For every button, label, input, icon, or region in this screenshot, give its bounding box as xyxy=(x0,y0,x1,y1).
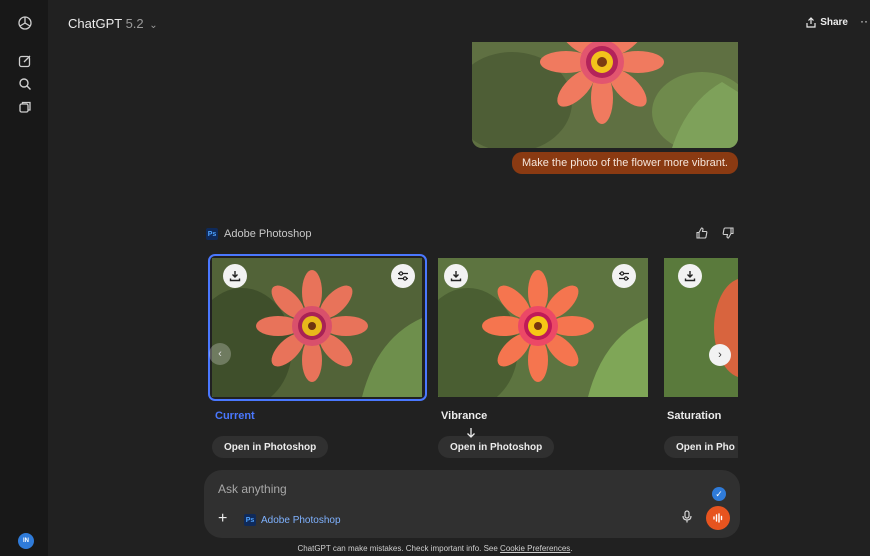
card-label: Saturation xyxy=(667,410,722,422)
carousel-prev-button[interactable]: ‹ xyxy=(209,343,231,365)
openai-logo-icon[interactable] xyxy=(16,14,34,32)
download-icon[interactable] xyxy=(678,264,702,288)
thumbs-down-icon[interactable] xyxy=(722,226,734,244)
model-version: 5.2 xyxy=(125,16,144,31)
open-in-photoshop-button[interactable]: Open in Photoshop xyxy=(212,436,329,458)
cookie-preferences-link[interactable]: Cookie Preferences xyxy=(500,544,570,553)
microphone-icon[interactable] xyxy=(682,510,692,528)
share-icon xyxy=(806,17,816,28)
thumbs-up-icon[interactable] xyxy=(696,226,708,244)
prompt-input[interactable] xyxy=(218,480,678,498)
open-in-photoshop-button[interactable]: Open in Photoshop xyxy=(438,436,555,458)
disclaimer-end: . xyxy=(570,544,573,553)
disclaimer-footer: ChatGPT can make mistakes. Check importa… xyxy=(0,544,870,553)
tool-name: Adobe Photoshop xyxy=(224,228,312,240)
share-label: Share xyxy=(820,17,848,28)
voice-mode-button[interactable] xyxy=(706,506,730,530)
model-selector[interactable]: ChatGPT 5.2 ⌄ xyxy=(68,16,158,31)
scroll-down-button[interactable] xyxy=(462,424,480,442)
photoshop-logo-icon: Ps xyxy=(206,228,218,240)
card-label: Current xyxy=(215,410,255,422)
more-options-button[interactable]: ·· xyxy=(860,14,868,28)
new-chat-icon[interactable] xyxy=(16,52,34,70)
user-message-bubble: Make the photo of the flower more vibran… xyxy=(511,152,738,174)
tool-chip[interactable]: Ps Adobe Photoshop xyxy=(244,514,341,526)
tool-header: Ps Adobe Photoshop xyxy=(206,228,311,240)
tool-chip-label: Adobe Photoshop xyxy=(261,514,341,526)
download-icon[interactable] xyxy=(223,264,247,288)
download-icon[interactable] xyxy=(444,264,468,288)
chevron-down-icon: ⌄ xyxy=(149,20,158,31)
waveform-icon xyxy=(713,513,723,523)
share-button[interactable]: Share xyxy=(806,17,848,28)
model-name: ChatGPT xyxy=(68,16,122,31)
composer: ✓ + Ps Adobe Photoshop xyxy=(204,470,740,538)
carousel-next-button[interactable]: › xyxy=(709,344,731,366)
photoshop-logo-icon: Ps xyxy=(244,514,256,526)
search-icon[interactable] xyxy=(16,75,34,93)
library-icon[interactable] xyxy=(16,98,34,116)
adjustments-icon[interactable] xyxy=(391,264,415,288)
chevron-left-icon: ‹ xyxy=(218,348,222,360)
card-label: Vibrance xyxy=(441,410,488,422)
add-attachment-button[interactable]: + xyxy=(218,510,227,528)
uploaded-flower-image xyxy=(472,42,738,148)
adjustments-icon[interactable] xyxy=(612,264,636,288)
sidebar-rail: IN xyxy=(0,0,48,556)
chevron-right-icon: › xyxy=(718,349,722,361)
arrow-down-icon xyxy=(467,428,475,438)
check-icon: ✓ xyxy=(712,487,726,501)
disclaimer-text: ChatGPT can make mistakes. Check importa… xyxy=(297,544,501,553)
top-bar: ChatGPT 5.2 ⌄ Share ·· xyxy=(48,0,870,48)
open-in-photoshop-button[interactable]: Open in Pho xyxy=(664,436,738,458)
